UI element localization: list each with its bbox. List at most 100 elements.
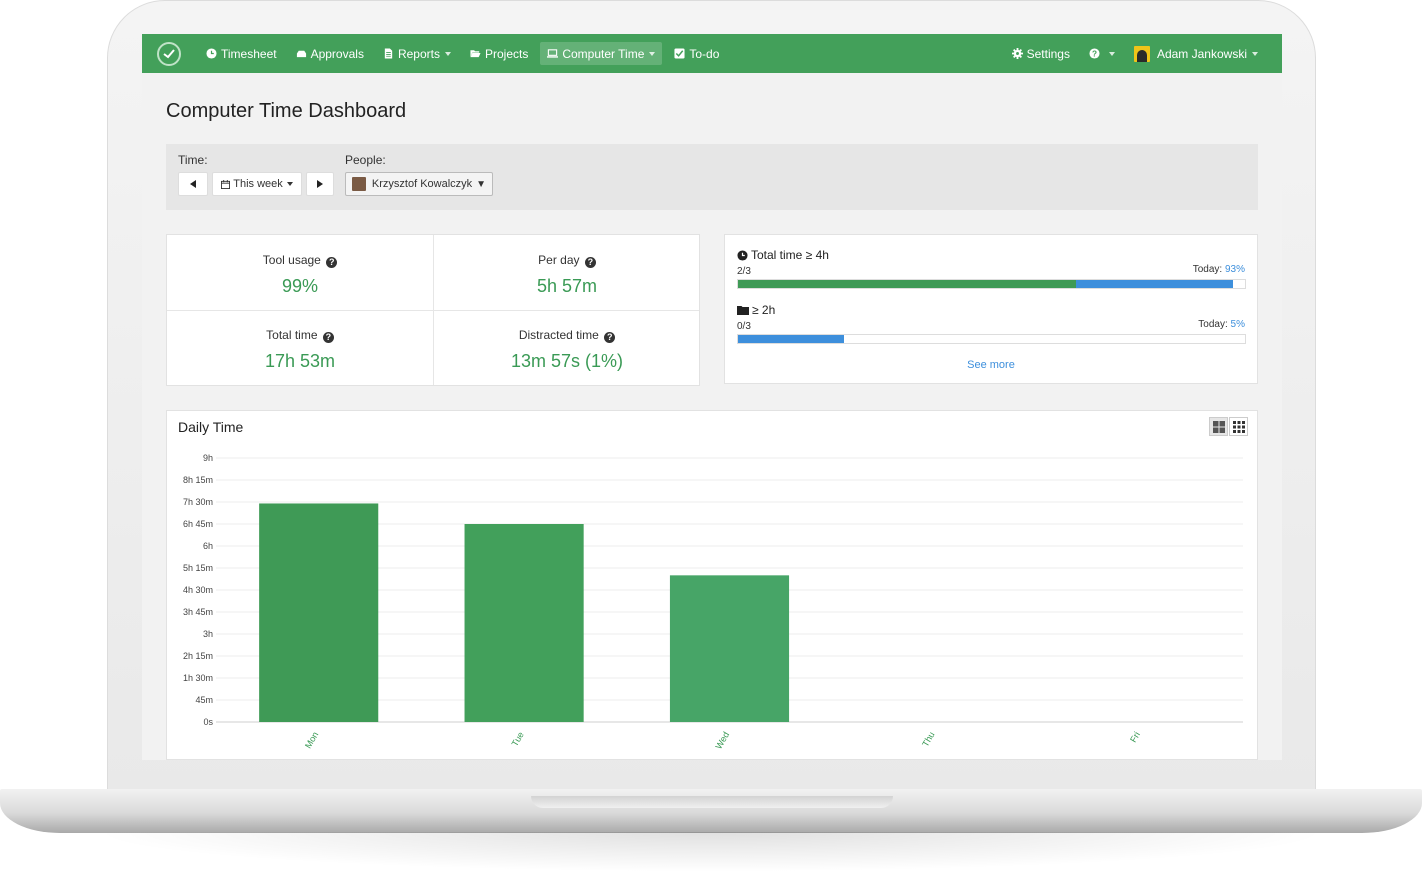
y-tick-label: 2h 15m	[183, 651, 213, 661]
nav-label: Computer Time	[562, 46, 645, 61]
avatar	[351, 177, 366, 191]
nav-label: Timesheet	[221, 46, 277, 61]
bar-mon[interactable]	[259, 503, 379, 722]
stat-tool-usage: Tool usage ? 99%	[167, 235, 433, 310]
stat-value: 17h 53m	[264, 351, 336, 371]
svg-text:?: ?	[1092, 49, 1097, 58]
chevron-down-icon	[649, 51, 656, 56]
goal-title-text: Total time ≥ 4h	[751, 248, 829, 262]
goal-title: Total time ≥ 4h	[737, 248, 829, 262]
stat-value: 5h 57m	[536, 276, 598, 296]
folder-open-icon	[470, 50, 481, 58]
question-icon[interactable]: ?	[326, 257, 338, 268]
bar-tue[interactable]	[464, 524, 584, 722]
y-tick-label: 8h 15m	[183, 475, 213, 485]
x-category-label: Wed	[713, 730, 731, 751]
question-icon[interactable]: ?	[322, 332, 334, 343]
nav-label: Approvals	[310, 46, 364, 61]
question-icon[interactable]: ?	[604, 332, 616, 343]
nav-item-help[interactable]: ?	[1082, 42, 1122, 65]
stat-label-row: Tool usage ?	[167, 253, 433, 268]
settings-label: Settings	[1026, 46, 1070, 61]
clock-icon	[206, 48, 217, 59]
daily-time-card: Daily Time 0s 45m 1h 30m 2h 15m 3h 3h 45m 4h 3…	[166, 410, 1258, 760]
stat-total-time: Total time ? 17h 53m	[167, 310, 433, 385]
nav-item-user[interactable]: Adam Jankowski	[1127, 42, 1265, 65]
goal-today-label: Today:	[1198, 319, 1228, 330]
stat-label: Tool usage	[262, 253, 321, 267]
folder-icon	[737, 306, 749, 315]
chevron-down-icon	[286, 182, 293, 186]
nav-item-todo[interactable]: To-do	[667, 42, 726, 65]
calendar-icon	[221, 179, 231, 189]
nav-label: Reports	[397, 46, 440, 61]
period-dropdown[interactable]: This week	[212, 172, 302, 196]
x-category-label: Thu	[920, 730, 936, 748]
y-tick-label: 1h 30m	[183, 673, 213, 683]
goal-count: 0/3	[737, 321, 751, 332]
chevron-down-icon	[1108, 51, 1115, 56]
clock-icon	[737, 249, 748, 261]
stat-label: Total time	[266, 328, 318, 342]
daily-time-chart: 0s 45m 1h 30m 2h 15m 3h 3h 45m 4h 30m 5h 15m 6h 6…	[183, 453, 1243, 751]
goals-card: Total time ≥ 4h 2/3 Today: 93% ≥ 2h 0/3 …	[724, 234, 1258, 384]
goal-today-label: Today:	[1192, 264, 1223, 275]
thumbs-up-icon	[296, 50, 306, 58]
nav-item-timesheet[interactable]: Timesheet	[199, 42, 284, 65]
gear-icon	[1011, 48, 1023, 59]
see-more-link[interactable]: See more	[725, 359, 1257, 371]
triangle-down-icon: ▼	[476, 178, 487, 190]
x-category-label: Fri	[1128, 730, 1142, 744]
question-icon: ?	[1089, 48, 1100, 59]
y-tick-label: 3h 45m	[183, 607, 213, 617]
stat-value: 13m 57s (1%)	[510, 351, 624, 371]
triangle-left-icon	[190, 180, 196, 188]
nav-item-approvals[interactable]: Approvals	[289, 42, 371, 65]
chevron-down-icon	[1252, 51, 1258, 56]
laptop-notch	[531, 796, 893, 808]
x-category-label: Tue	[510, 730, 526, 748]
nav-item-reports[interactable]: Reports	[376, 42, 458, 65]
top-navbar: Timesheet Approvals Reports Projects Com…	[142, 34, 1282, 73]
goal-progress-today	[1076, 280, 1234, 288]
nav-item-computer-time[interactable]: Computer Time	[540, 42, 663, 65]
stat-label: Per day	[538, 253, 580, 267]
laptop-shadow	[90, 832, 1332, 872]
next-period-button[interactable]	[306, 172, 334, 196]
chevron-down-icon	[444, 51, 451, 56]
logo-check-icon	[163, 48, 175, 58]
period-label: This week	[233, 178, 283, 190]
y-tick-label: 9h	[203, 453, 213, 463]
page-title: Computer Time Dashboard	[166, 100, 407, 122]
stat-label-row: Distracted time ?	[434, 328, 700, 343]
nav-label: To-do	[689, 46, 720, 61]
document-icon	[384, 48, 393, 59]
avatar	[1133, 45, 1150, 62]
goal-progress-bar	[737, 279, 1246, 289]
goal-title: ≥ 2h	[737, 303, 775, 317]
app-screen: Timesheet Approvals Reports Projects Com…	[142, 34, 1282, 760]
nav-label: Projects	[484, 46, 529, 61]
goal-progress-today	[738, 335, 845, 343]
stat-per-day: Per day ? 5h 57m	[434, 235, 700, 310]
bar-wed[interactable]	[669, 575, 790, 722]
goal-progress-done	[738, 280, 1077, 288]
stat-label-row: Per day ?	[434, 253, 700, 268]
stat-label: Distracted time	[518, 328, 599, 342]
goal-today: Today: 93%	[1193, 264, 1245, 275]
nav-right-group: Settings ? Adam Jankowski	[1005, 42, 1282, 65]
app-logo[interactable]	[157, 41, 181, 66]
stats-card: Tool usage ? 99% Per day ? 5h 57m Total …	[166, 234, 700, 386]
stat-value: 99%	[281, 276, 319, 296]
people-filter-label: People:	[345, 153, 386, 167]
question-icon[interactable]: ?	[584, 257, 596, 268]
nav-item-projects[interactable]: Projects	[463, 42, 535, 65]
triangle-right-icon	[317, 180, 323, 188]
goal-progress-bar	[737, 334, 1246, 344]
previous-period-button[interactable]	[178, 172, 208, 196]
goal-today-pct: 93%	[1224, 264, 1245, 275]
y-tick-label: 4h 30m	[183, 585, 213, 595]
checkbox-icon	[674, 48, 685, 59]
people-dropdown[interactable]: Krzysztof Kowalczyk ▼	[345, 172, 493, 196]
nav-item-settings[interactable]: Settings	[1005, 42, 1077, 65]
